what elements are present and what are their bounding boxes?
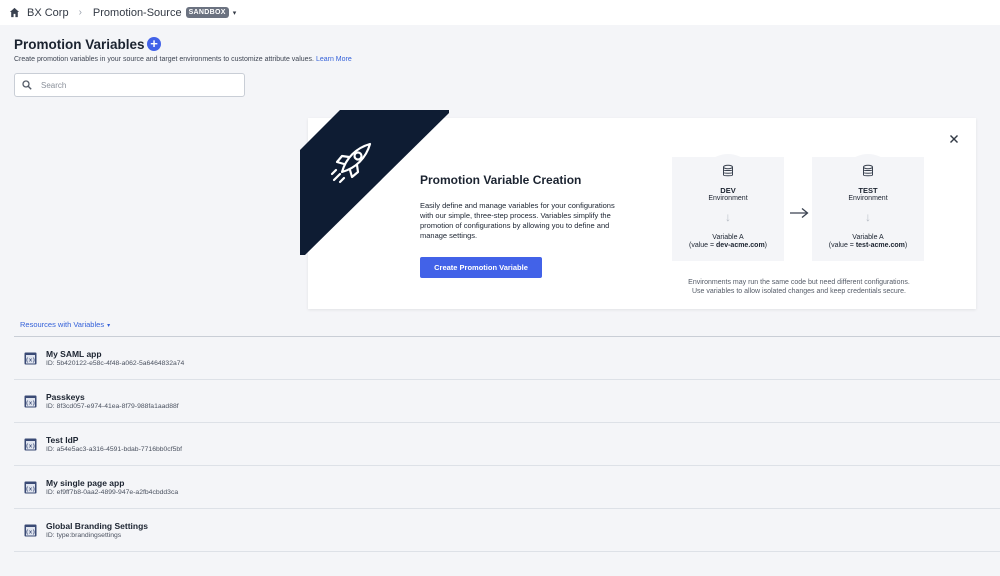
resource-id: ID: 5b420122-e58c-4f48-a062-5a6464832a74 xyxy=(46,360,185,367)
page-subtitle-text: Create promotion variables in your sourc… xyxy=(14,56,314,63)
env-test-value-prefix: (value = xyxy=(828,242,856,249)
search-icon xyxy=(22,80,32,90)
create-promotion-variable-button[interactable]: Create Promotion Variable xyxy=(420,257,542,278)
database-icon xyxy=(863,164,873,177)
resource-name: Passkeys xyxy=(46,392,85,402)
env-dev-value-prefix: (value = xyxy=(688,242,717,249)
resource-id: ID: 8f3cd057-e974-41ea-8f79-988fa1aad88f xyxy=(46,403,179,410)
search-box[interactable] xyxy=(14,73,245,97)
list-item[interactable]: (x) My single page app ID: ef9ff7b8-0aa2… xyxy=(14,466,1000,509)
variable-icon: (x) xyxy=(24,395,37,408)
page-title: Promotion Variables xyxy=(14,37,145,52)
chevron-down-icon: ▾ xyxy=(107,323,111,329)
environment-note-line1: Environments may run the same code but n… xyxy=(688,279,910,286)
list-item[interactable]: (x) Global Branding Settings ID: type:br… xyxy=(14,509,1000,552)
resource-name: Test IdP xyxy=(46,435,79,445)
learn-more-link[interactable]: Learn More xyxy=(316,56,352,63)
resource-name: Global Branding Settings xyxy=(46,521,149,531)
env-test-name: TEST xyxy=(858,186,878,195)
resources-filter-label: Resources with Variables xyxy=(20,320,105,329)
svg-text:(x): (x) xyxy=(26,443,36,450)
environment-note: Environments may run the same code but n… xyxy=(672,278,926,296)
svg-text:(x): (x) xyxy=(26,357,36,364)
resource-id: ID: type:brandingsettings xyxy=(46,532,122,539)
breadcrumb: BX Corp › Promotion-Source SANDBOX ▾ xyxy=(0,0,1000,25)
env-test-value: (value = test-acme.com) xyxy=(812,242,924,249)
env-test-label: Environment xyxy=(848,195,888,202)
env-dev-name: DEV xyxy=(720,186,736,195)
database-icon xyxy=(723,164,733,177)
variable-icon: (x) xyxy=(24,524,37,537)
env-test-variable: Variable A xyxy=(852,234,884,241)
arrow-down-icon: ↓ xyxy=(725,210,731,224)
variable-icon: (x) xyxy=(24,352,37,365)
list-item[interactable]: (x) My SAML app ID: 5b420122-e58c-4f48-a… xyxy=(14,337,1000,380)
search-input[interactable] xyxy=(41,80,231,90)
resources-filter-dropdown[interactable]: Resources with Variables ▾ xyxy=(20,320,110,329)
close-icon[interactable] xyxy=(948,133,960,145)
breadcrumb-separator: › xyxy=(78,7,82,18)
env-dev-variable: Variable A xyxy=(712,234,744,241)
svg-text:(x): (x) xyxy=(26,529,36,536)
page-subtitle: Create promotion variables in your sourc… xyxy=(14,56,352,63)
env-dev-label: Environment xyxy=(708,195,748,202)
env-dev-value: (value = dev-acme.com) xyxy=(672,242,784,249)
chevron-down-icon[interactable]: ▾ xyxy=(233,9,237,17)
env-test-value-domain: test-acme.com xyxy=(855,242,905,249)
add-variable-button[interactable]: + xyxy=(147,37,161,51)
environment-selector[interactable]: Promotion-Source xyxy=(93,7,182,19)
resource-name: My single page app xyxy=(46,478,125,488)
environment-note-line2: Use variables to allow isolated changes … xyxy=(691,288,906,295)
variable-icon: (x) xyxy=(24,438,37,451)
list-item[interactable]: (x) Passkeys ID: 8f3cd057-e974-41ea-8f79… xyxy=(14,380,1000,423)
promo-card-description: Easily define and manage variables for y… xyxy=(420,201,615,240)
env-dev-value-suffix: ) xyxy=(764,242,768,249)
breadcrumb-org[interactable]: BX Corp xyxy=(27,7,69,19)
svg-text:(x): (x) xyxy=(26,400,36,407)
resource-list: (x) My SAML app ID: 5b420122-e58c-4f48-a… xyxy=(14,337,1000,552)
resource-name: My SAML app xyxy=(46,349,102,359)
resource-id: ID: a54e5ac3-a316-4591-bdab-7716bb0cf5bf xyxy=(46,446,183,453)
resource-id: ID: ef9ff7b8-0aa2-4899-947e-a2fb4cbdd3ca xyxy=(46,489,179,496)
env-dev-value-domain: dev-acme.com xyxy=(716,242,765,249)
variable-icon: (x) xyxy=(24,481,37,494)
env-test-value-suffix: ) xyxy=(904,242,908,249)
arrow-down-icon: ↓ xyxy=(865,210,871,224)
arrow-right-icon xyxy=(790,207,809,219)
list-item[interactable]: (x) Test IdP ID: a54e5ac3-a316-4591-bdab… xyxy=(14,423,1000,466)
sandbox-badge: SANDBOX xyxy=(185,7,229,18)
svg-text:(x): (x) xyxy=(26,486,36,493)
home-icon[interactable] xyxy=(9,7,20,18)
promo-card-title: Promotion Variable Creation xyxy=(420,173,582,187)
